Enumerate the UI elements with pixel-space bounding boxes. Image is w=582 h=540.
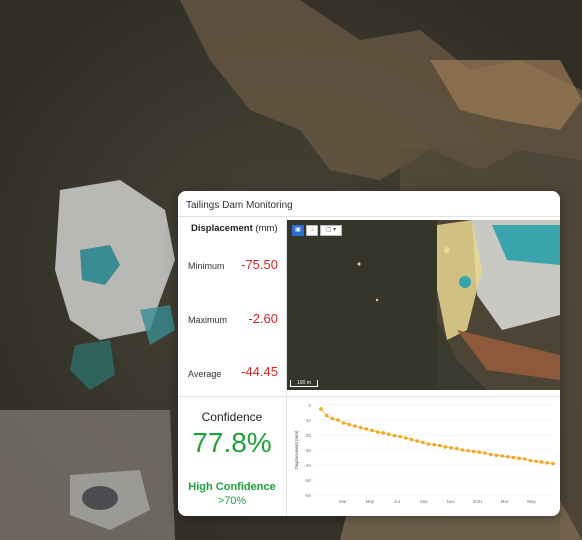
minimum-value: -75.50	[241, 257, 278, 272]
y-tick-label: -30	[304, 448, 311, 453]
displacement-chart-panel: 0 -10 -20 -30 -40 -50 -60 Mar May Jul Sep Nov 2021 Ma…	[287, 396, 560, 516]
confidence-value: 77.8%	[192, 427, 272, 458]
confidence-panel: Confidence 77.8% High Confidence >70%	[178, 396, 287, 516]
data-point	[460, 448, 465, 452]
data-point	[438, 443, 442, 448]
x-tick-label: Nov	[447, 499, 456, 504]
data-point	[539, 460, 544, 464]
monitoring-card: Tailings Dam Monitoring Displacement (mm…	[178, 191, 560, 516]
data-point	[483, 451, 487, 455]
series-line	[320, 408, 554, 464]
data-point	[421, 440, 425, 445]
displacement-panel: Displacement (mm) Minimum -75.50 Maximum…	[178, 217, 287, 395]
x-tick-label: Mar	[501, 499, 509, 504]
data-point	[415, 439, 419, 443]
x-tick-label: May	[366, 499, 375, 504]
data-point	[358, 425, 363, 430]
data-point	[392, 433, 397, 438]
data-point	[545, 460, 550, 465]
data-point	[455, 446, 459, 451]
x-tick-label: May	[527, 499, 536, 504]
data-point	[511, 455, 516, 460]
x-tick-label: 2021	[473, 499, 484, 504]
map-view[interactable]: ▣ ↕ ▢ ▾ 100 m	[287, 220, 560, 390]
data-point	[330, 416, 335, 421]
x-tick-label: Jul	[394, 499, 400, 504]
data-point	[466, 448, 470, 453]
data-point	[375, 430, 380, 434]
data-point	[426, 442, 431, 446]
data-point	[449, 445, 453, 450]
y-tick-label: -50	[304, 478, 311, 483]
x-tick-label: Sep	[420, 499, 429, 504]
confidence-threshold: >70%	[217, 495, 247, 507]
data-point	[488, 452, 493, 457]
data-point	[443, 445, 448, 449]
map-toolbar: ▣ ↕ ▢ ▾	[292, 225, 342, 236]
data-point	[517, 456, 521, 461]
average-value: -44.45	[241, 364, 278, 379]
data-point	[341, 421, 346, 425]
map-imagery	[287, 220, 560, 390]
displacement-unit: (mm)	[255, 223, 278, 234]
data-point	[522, 457, 527, 461]
data-point	[381, 430, 386, 435]
data-point	[494, 453, 499, 458]
y-tick-label: -40	[304, 463, 311, 468]
expand-icon[interactable]: ↕	[306, 225, 318, 236]
data-point	[409, 437, 414, 442]
confidence-title: Confidence	[201, 410, 263, 424]
data-point	[551, 461, 555, 466]
data-point	[336, 418, 340, 422]
displacement-title: Displacement (mm)	[191, 223, 278, 234]
card-title: Tailings Dam Monitoring	[186, 200, 293, 211]
displacement-chart: 0 -10 -20 -30 -40 -50 -60 Mar May Jul Sep Nov 2021 Ma…	[294, 403, 555, 504]
scale-bar: 100 m	[290, 380, 318, 387]
x-tick-label: Mar	[339, 499, 347, 504]
data-point	[528, 458, 533, 463]
y-tick-label: -60	[304, 493, 311, 498]
y-axis-label: Displacement (mm)	[294, 430, 299, 470]
y-tick-label: 0	[308, 403, 311, 408]
average-label: Average	[188, 369, 222, 379]
data-point	[319, 407, 323, 411]
y-tick-label: -10	[304, 418, 311, 423]
maximum-label: Maximum	[188, 315, 228, 325]
y-tick-label: -20	[304, 433, 311, 438]
layers-icon[interactable]: ▣	[292, 225, 304, 236]
data-point	[432, 442, 436, 447]
data-point	[505, 454, 510, 459]
minimum-label: Minimum	[188, 261, 225, 271]
data-point	[500, 454, 504, 458]
data-point	[534, 459, 538, 464]
data-point	[353, 424, 357, 428]
maximum-value: -2.60	[248, 311, 278, 326]
data-point	[364, 427, 369, 431]
data-point	[324, 413, 329, 418]
basemap-dropdown-icon[interactable]: ▢ ▾	[320, 225, 342, 236]
data-point	[477, 450, 482, 455]
data-point	[370, 428, 374, 433]
data-point	[387, 432, 391, 437]
data-point	[404, 436, 408, 440]
data-point	[347, 422, 352, 427]
data-point	[398, 434, 403, 439]
displacement-title-text: Displacement	[191, 223, 253, 234]
data-point	[471, 449, 476, 454]
confidence-level: High Confidence	[188, 481, 276, 493]
